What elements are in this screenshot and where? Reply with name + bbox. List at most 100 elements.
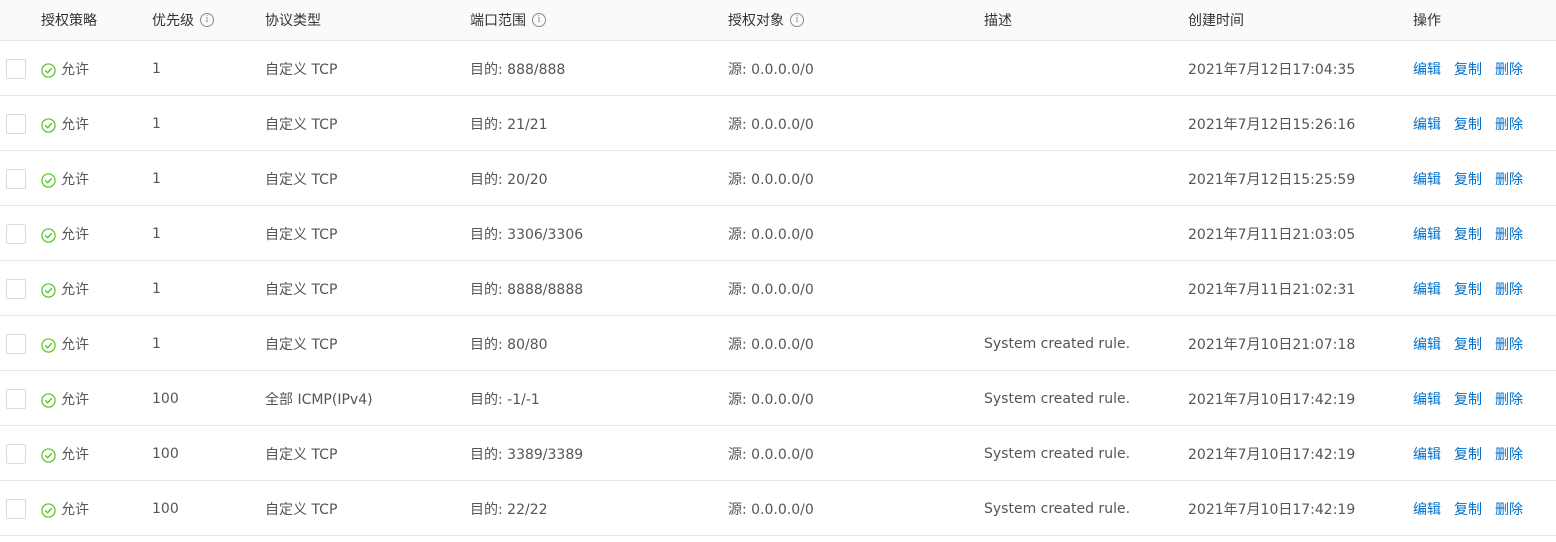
- protocol-cell: 自定义 TCP: [265, 337, 338, 353]
- description-cell: System created rule.: [984, 446, 1131, 462]
- port-range-cell: 目的: 80/80: [470, 337, 548, 353]
- column-header-port-range: 端口范围 i: [470, 0, 546, 40]
- check-circle-icon: [41, 503, 56, 518]
- priority-cell: 1: [152, 226, 161, 242]
- auth-target-cell: 源: 0.0.0.0/0: [728, 282, 814, 298]
- port-range-cell: 目的: 888/888: [470, 62, 566, 78]
- copy-link[interactable]: 复制: [1454, 334, 1482, 354]
- check-circle-icon: [41, 118, 56, 133]
- delete-link[interactable]: 删除: [1495, 59, 1523, 79]
- policy-cell: 允许: [41, 206, 89, 260]
- column-header-auth-target: 授权对象 i: [728, 0, 804, 40]
- edit-link[interactable]: 编辑: [1413, 279, 1441, 299]
- edit-link[interactable]: 编辑: [1413, 499, 1441, 519]
- copy-link[interactable]: 复制: [1454, 389, 1482, 409]
- description-cell: System created rule.: [984, 391, 1131, 407]
- copy-link[interactable]: 复制: [1454, 499, 1482, 519]
- actions-cell: 编辑 复制 删除: [1413, 96, 1523, 150]
- created-time-cell: 2021年7月10日21:07:18: [1188, 337, 1356, 353]
- delete-link[interactable]: 删除: [1495, 499, 1523, 519]
- copy-link[interactable]: 复制: [1454, 444, 1482, 464]
- edit-link[interactable]: 编辑: [1413, 224, 1441, 244]
- column-header-protocol: 协议类型: [265, 13, 321, 29]
- auth-target-cell: 源: 0.0.0.0/0: [728, 392, 814, 408]
- row-checkbox[interactable]: [6, 279, 26, 299]
- port-range-cell: 目的: 3389/3389: [470, 447, 584, 463]
- policy-label: 允许: [61, 392, 89, 408]
- row-checkbox[interactable]: [6, 224, 26, 244]
- protocol-cell: 全部 ICMP(IPv4): [265, 392, 373, 408]
- policy-label: 允许: [61, 447, 89, 463]
- check-circle-icon: [41, 173, 56, 188]
- row-checkbox[interactable]: [6, 169, 26, 189]
- created-time-cell: 2021年7月10日17:42:19: [1188, 502, 1356, 518]
- actions-cell: 编辑 复制 删除: [1413, 316, 1523, 370]
- port-range-info-icon[interactable]: i: [532, 13, 546, 27]
- port-range-cell: 目的: 3306/3306: [470, 227, 584, 243]
- created-time-cell: 2021年7月12日15:25:59: [1188, 172, 1356, 188]
- security-group-rules-table: 授权策略 优先级 i 协议类型 端口范围 i 授权对象 i 描述 创建时间 操作: [0, 0, 1556, 536]
- row-checkbox[interactable]: [6, 499, 26, 519]
- delete-link[interactable]: 删除: [1495, 169, 1523, 189]
- column-header-policy: 授权策略: [41, 13, 97, 29]
- edit-link[interactable]: 编辑: [1413, 59, 1441, 79]
- auth-target-info-icon[interactable]: i: [790, 13, 804, 27]
- copy-link[interactable]: 复制: [1454, 169, 1482, 189]
- policy-cell: 允许: [41, 41, 89, 95]
- description-cell: System created rule.: [984, 501, 1131, 517]
- port-range-cell: 目的: -1/-1: [470, 392, 540, 408]
- created-time-cell: 2021年7月10日17:42:19: [1188, 447, 1356, 463]
- table-header: 授权策略 优先级 i 协议类型 端口范围 i 授权对象 i 描述 创建时间 操作: [0, 0, 1556, 41]
- priority-cell: 100: [152, 391, 179, 407]
- priority-cell: 100: [152, 446, 179, 462]
- table-row: 允许 100 全部 ICMP(IPv4) 目的: -1/-1 源: 0.0.0.…: [0, 371, 1556, 426]
- table-row: 允许 1 自定义 TCP 目的: 888/888 源: 0.0.0.0/0 20…: [0, 41, 1556, 96]
- edit-link[interactable]: 编辑: [1413, 114, 1441, 134]
- row-checkbox[interactable]: [6, 59, 26, 79]
- delete-link[interactable]: 删除: [1495, 334, 1523, 354]
- row-checkbox[interactable]: [6, 389, 26, 409]
- table-row: 允许 1 自定义 TCP 目的: 21/21 源: 0.0.0.0/0 2021…: [0, 96, 1556, 151]
- delete-link[interactable]: 删除: [1495, 444, 1523, 464]
- priority-cell: 1: [152, 116, 161, 132]
- created-time-cell: 2021年7月12日17:04:35: [1188, 62, 1356, 78]
- row-checkbox[interactable]: [6, 114, 26, 134]
- table-row: 允许 1 自定义 TCP 目的: 20/20 源: 0.0.0.0/0 2021…: [0, 151, 1556, 206]
- protocol-cell: 自定义 TCP: [265, 447, 338, 463]
- table-row: 允许 1 自定义 TCP 目的: 3306/3306 源: 0.0.0.0/0 …: [0, 206, 1556, 261]
- actions-cell: 编辑 复制 删除: [1413, 481, 1523, 535]
- delete-link[interactable]: 删除: [1495, 114, 1523, 134]
- table-row: 允许 1 自定义 TCP 目的: 80/80 源: 0.0.0.0/0 Syst…: [0, 316, 1556, 371]
- priority-cell: 1: [152, 281, 161, 297]
- protocol-cell: 自定义 TCP: [265, 62, 338, 78]
- delete-link[interactable]: 删除: [1495, 279, 1523, 299]
- delete-link[interactable]: 删除: [1495, 389, 1523, 409]
- edit-link[interactable]: 编辑: [1413, 169, 1441, 189]
- copy-link[interactable]: 复制: [1454, 59, 1482, 79]
- port-range-cell: 目的: 20/20: [470, 172, 548, 188]
- auth-target-cell: 源: 0.0.0.0/0: [728, 447, 814, 463]
- copy-link[interactable]: 复制: [1454, 114, 1482, 134]
- auth-target-cell: 源: 0.0.0.0/0: [728, 502, 814, 518]
- copy-link[interactable]: 复制: [1454, 279, 1482, 299]
- policy-cell: 允许: [41, 481, 89, 535]
- priority-info-icon[interactable]: i: [200, 13, 214, 27]
- policy-cell: 允许: [41, 96, 89, 150]
- protocol-cell: 自定义 TCP: [265, 502, 338, 518]
- policy-label: 允许: [61, 502, 89, 518]
- delete-link[interactable]: 删除: [1495, 224, 1523, 244]
- row-checkbox[interactable]: [6, 444, 26, 464]
- created-time-cell: 2021年7月12日15:26:16: [1188, 117, 1356, 133]
- edit-link[interactable]: 编辑: [1413, 389, 1441, 409]
- created-time-cell: 2021年7月11日21:02:31: [1188, 282, 1356, 298]
- edit-link[interactable]: 编辑: [1413, 444, 1441, 464]
- port-range-cell: 目的: 22/22: [470, 502, 548, 518]
- copy-link[interactable]: 复制: [1454, 224, 1482, 244]
- policy-cell: 允许: [41, 261, 89, 315]
- actions-cell: 编辑 复制 删除: [1413, 206, 1523, 260]
- actions-cell: 编辑 复制 删除: [1413, 151, 1523, 205]
- edit-link[interactable]: 编辑: [1413, 334, 1441, 354]
- row-checkbox[interactable]: [6, 334, 26, 354]
- column-header-priority: 优先级 i: [152, 0, 214, 40]
- column-header-created-time: 创建时间: [1188, 13, 1244, 29]
